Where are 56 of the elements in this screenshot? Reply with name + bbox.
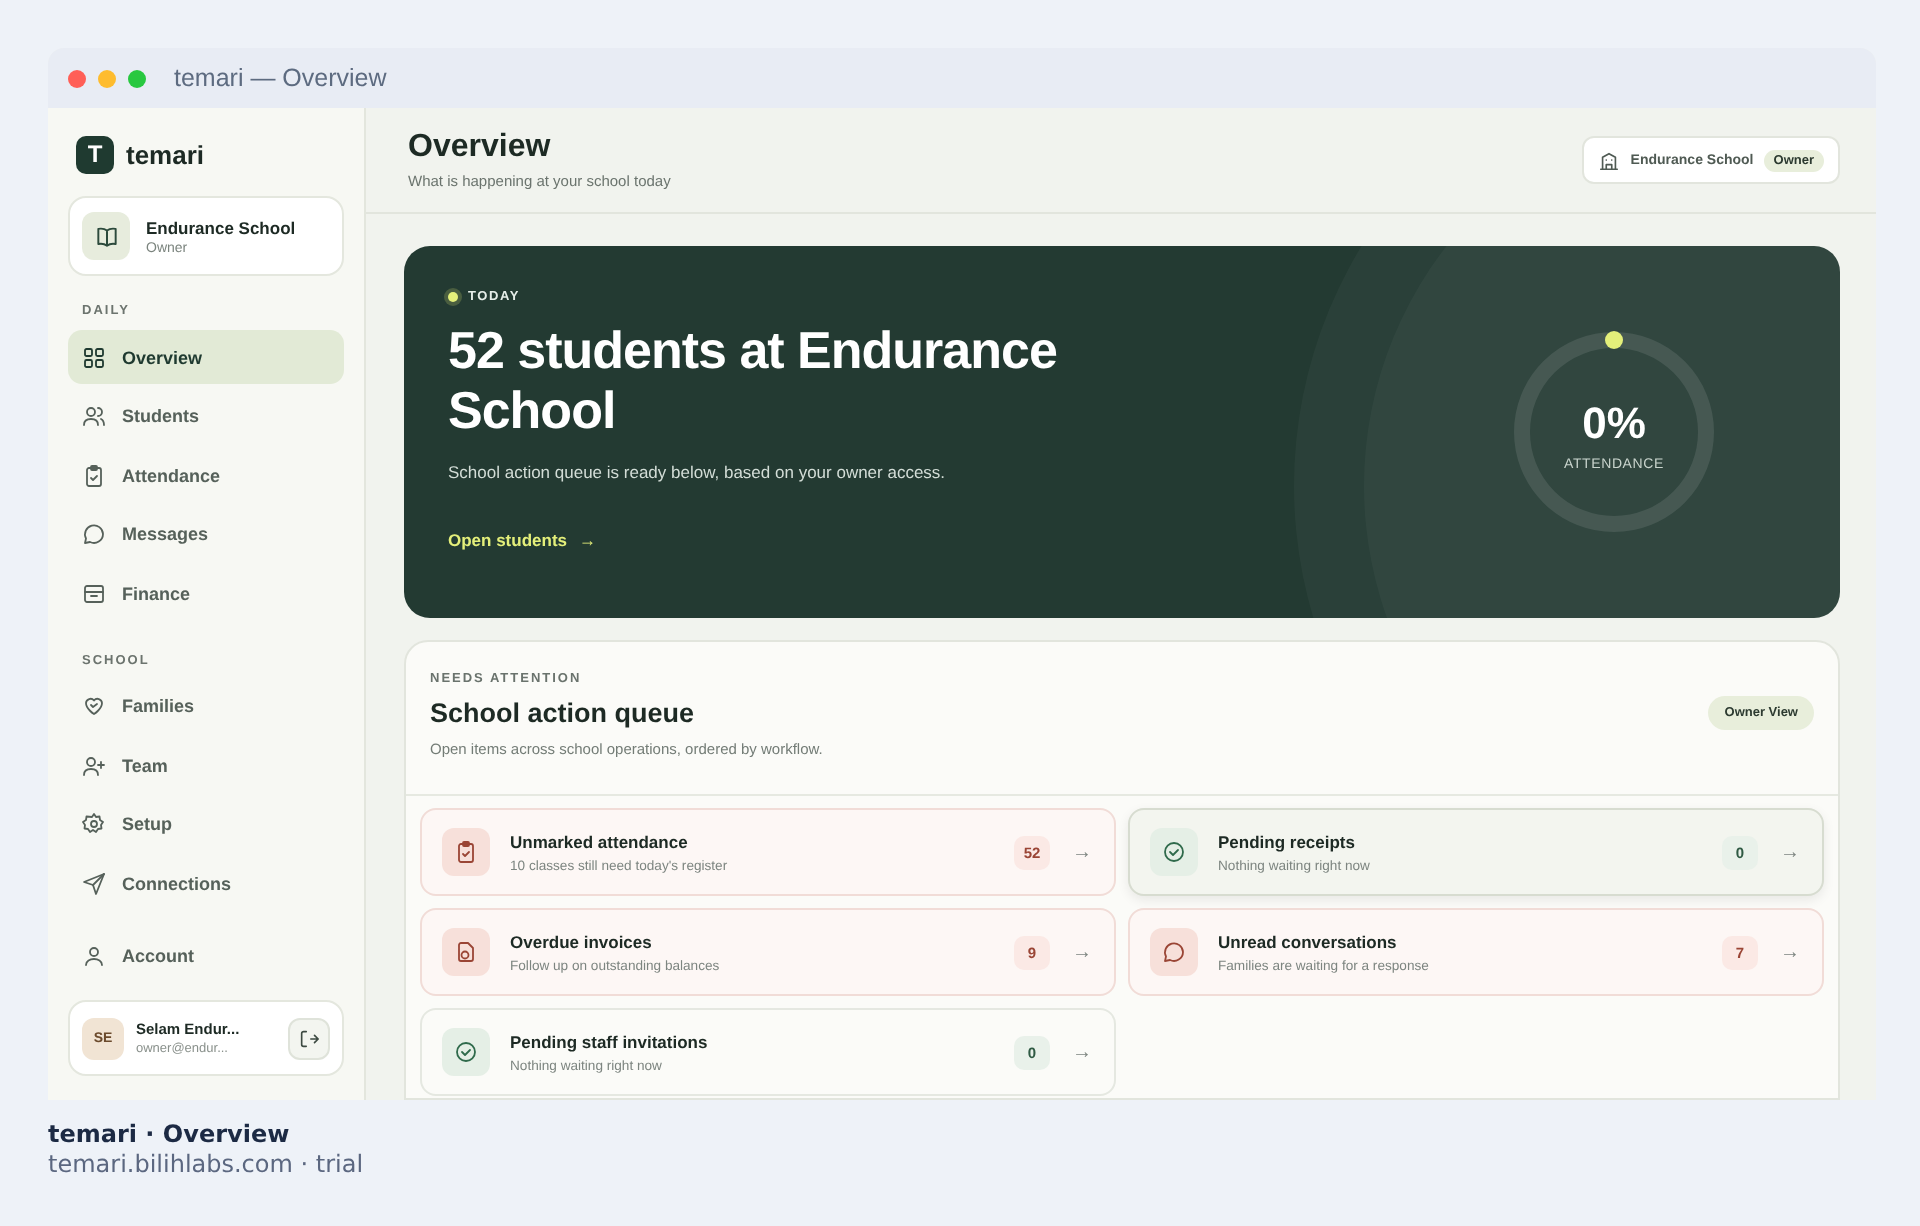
archive-icon [82, 581, 106, 605]
nav-item[interactable]: Students [68, 389, 344, 443]
user-plus-icon [82, 753, 106, 777]
nav-item[interactable]: Families [68, 679, 344, 733]
open-students-link[interactable]: Open students → [448, 530, 597, 550]
ring-start-dot [1605, 331, 1623, 349]
logout-icon [298, 1027, 320, 1049]
status-dot [448, 292, 458, 302]
clipboard-check-icon [82, 463, 106, 487]
caption-title: temari · Overview [48, 1120, 292, 1148]
zoom-dot[interactable] [128, 69, 146, 87]
nav-item[interactable]: Connections [68, 856, 344, 910]
item-title: Unmarked attendance [510, 831, 690, 851]
people-icon [82, 404, 106, 428]
attendance-value: 0% [1580, 398, 1648, 450]
chat-bubble-icon [1162, 940, 1186, 964]
item-title: Unread conversations [1218, 931, 1399, 951]
item-title: Pending staff invitations [510, 1031, 708, 1051]
item-title: Overdue invoices [510, 931, 654, 951]
queue-title: School action queue [430, 698, 697, 728]
building-icon [1598, 149, 1621, 171]
arrow-icon: → [1070, 941, 1094, 963]
heart-icon [82, 694, 106, 718]
document-coin-icon [454, 940, 478, 964]
nav-item[interactable]: Attendance [68, 448, 344, 502]
app-logo: T [76, 135, 114, 173]
page-title: Overview [408, 130, 553, 166]
arrow-icon: → [1070, 1041, 1094, 1063]
nav-item[interactable]: Overview [68, 330, 344, 384]
nav-item[interactable]: Finance [68, 566, 344, 620]
close-dot[interactable] [68, 69, 86, 87]
chat-bubble-icon [82, 522, 106, 546]
minimize-dot[interactable] [98, 69, 116, 87]
item-title: Pending receipts [1218, 831, 1357, 851]
clipboard-check-icon [454, 840, 478, 864]
caption-url: temari.bilihlabs.com · trial [48, 1150, 366, 1178]
book-icon [93, 223, 119, 249]
hero-title: 52 students at Endurance School [448, 320, 1059, 440]
grid-icon [82, 345, 106, 369]
paper-plane-icon [82, 871, 106, 895]
person-icon [82, 944, 106, 968]
nav-item[interactable]: Messages [68, 507, 344, 561]
arrow-icon: → [1778, 941, 1802, 963]
window-title: temari — Overview [174, 64, 387, 92]
brand-name: temari [126, 139, 205, 169]
nav-item[interactable]: Team [68, 738, 344, 792]
arrow-icon: → [1778, 841, 1802, 863]
check-circle-icon [454, 1040, 478, 1064]
logout-button[interactable] [288, 1017, 330, 1059]
nav-item[interactable]: Account [68, 929, 344, 983]
hero-text: School action queue is ready below, based on your owner access. [448, 462, 946, 482]
arrow-icon: → [1070, 841, 1094, 863]
nav-item[interactable]: Setup [68, 797, 344, 851]
school-name: Endurance School [146, 217, 296, 237]
gear-icon [82, 812, 106, 836]
check-circle-icon [1162, 840, 1186, 864]
